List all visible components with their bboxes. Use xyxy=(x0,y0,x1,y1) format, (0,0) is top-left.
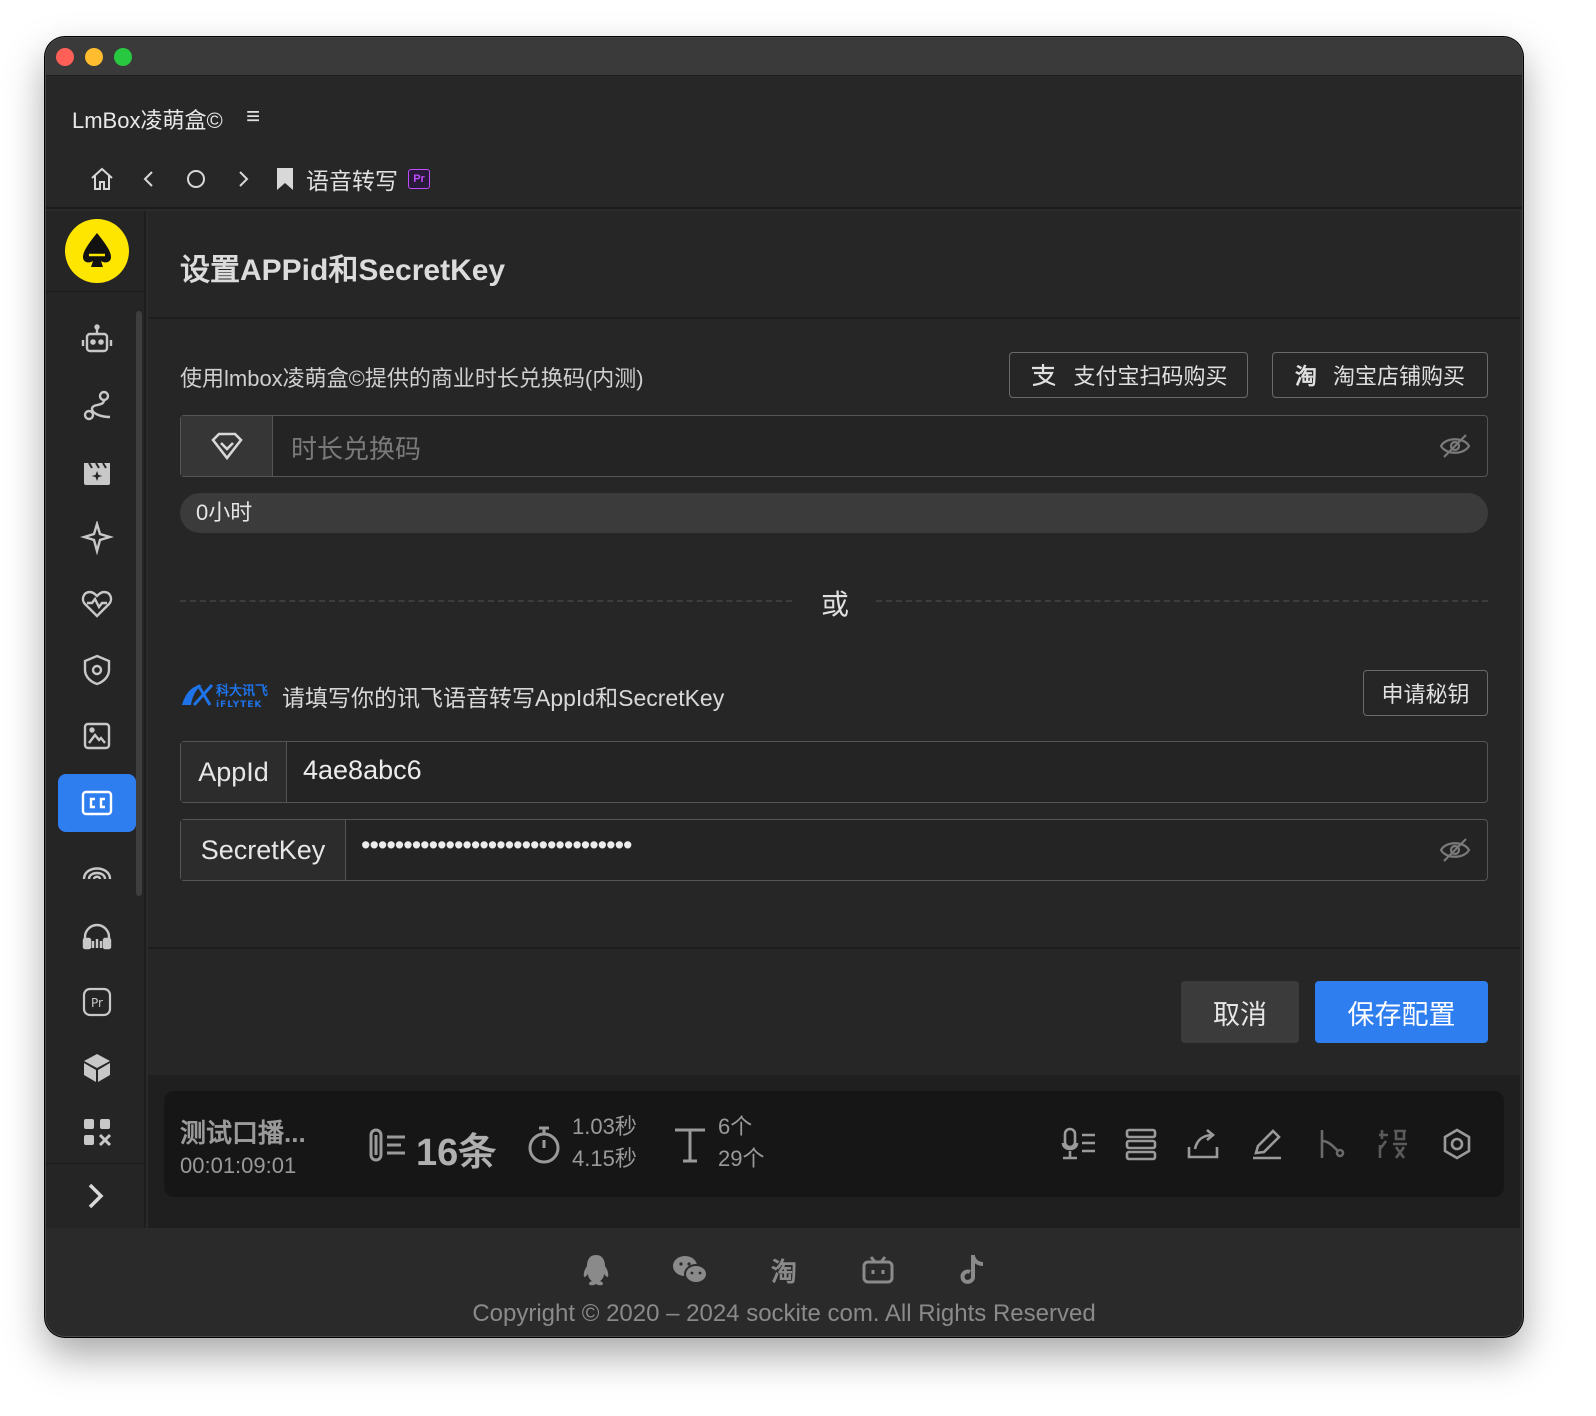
minimize-window-button[interactable] xyxy=(85,48,103,66)
appid-label: AppId xyxy=(181,742,287,802)
cc-icon[interactable] xyxy=(58,774,136,832)
iflytek-brand: 科大讯飞 xyxy=(216,683,268,699)
sparkle-icon[interactable] xyxy=(58,509,136,567)
redeem-code-field[interactable]: 时长兑换码 xyxy=(180,415,1488,477)
taobao-link-icon[interactable]: 淘 xyxy=(764,1250,804,1290)
bookmark-icon xyxy=(270,161,300,197)
breadcrumb: 语音转写 Pr xyxy=(82,161,430,197)
divider-right xyxy=(876,600,1488,602)
redeem-code-input[interactable]: 时长兑换码 xyxy=(291,429,421,466)
project-title: 测试口播... xyxy=(180,1118,306,1148)
apply-key-button[interactable]: 申请秘钥 xyxy=(1363,670,1488,716)
appid-input[interactable]: 4ae8abc6 xyxy=(303,755,422,786)
eye-off-icon[interactable] xyxy=(1439,836,1471,869)
apply-key-label: 申请秘钥 xyxy=(1381,682,1470,707)
route-icon[interactable] xyxy=(58,377,136,435)
duration-min: 1.03秒 xyxy=(572,1114,637,1139)
app-header: LmBox凌萌盒© ≡ 语音转写 Pr xyxy=(46,77,1522,209)
appid-field[interactable]: AppId 4ae8abc6 xyxy=(180,741,1488,803)
duration-max: 4.15秒 xyxy=(572,1146,637,1171)
home-icon[interactable] xyxy=(82,161,122,197)
clapper-icon[interactable] xyxy=(58,443,136,501)
headphones-icon[interactable] xyxy=(58,907,136,965)
chars-max: 29个 xyxy=(718,1146,765,1171)
sidebar: Pr xyxy=(46,211,146,1228)
settings-icon[interactable] xyxy=(1440,1127,1474,1166)
maximize-window-button[interactable] xyxy=(114,48,132,66)
puzzle-icon[interactable] xyxy=(58,1103,136,1161)
app-logo[interactable] xyxy=(65,219,129,283)
segment-count: 16条 xyxy=(416,1132,497,1174)
taobao-buy-button[interactable]: 淘 淘宝店铺购买 xyxy=(1272,352,1488,398)
cancel-button[interactable]: 取消 xyxy=(1181,981,1299,1043)
app-title: LmBox凌萌盒© xyxy=(72,108,223,133)
voice-list-icon[interactable] xyxy=(1061,1127,1097,1166)
taobao-buy-label: 淘宝店铺购买 xyxy=(1333,364,1466,389)
sidebar-divider xyxy=(46,291,146,292)
merge-icon[interactable] xyxy=(1376,1127,1410,1166)
shield-icon[interactable] xyxy=(58,641,136,699)
svg-text:Pr: Pr xyxy=(91,996,103,1010)
heart-pulse-icon[interactable] xyxy=(58,575,136,633)
import-icon[interactable] xyxy=(1186,1127,1220,1166)
app-window: LmBox凌萌盒© ≡ 语音转写 Pr Pr 设置APPid和SecretKey… xyxy=(45,37,1523,1337)
alipay-buy-button[interactable]: 支付宝扫码购买 xyxy=(1009,352,1248,398)
box-icon[interactable] xyxy=(58,1039,136,1097)
pr-badge: Pr xyxy=(408,169,430,189)
sidebar-scrollbar[interactable] xyxy=(136,311,142,896)
copyright-text: Copyright © 2020 – 2024 sockite com. All… xyxy=(472,1300,1096,1327)
secretkey-input[interactable]: •••••••••••••••••••••••••••••••• xyxy=(361,830,632,861)
tiktok-icon[interactable] xyxy=(952,1250,992,1290)
split-icon[interactable] xyxy=(1314,1127,1348,1166)
expand-sidebar-icon[interactable] xyxy=(46,1163,146,1227)
menu-icon[interactable]: ≡ xyxy=(246,103,260,131)
project-timecode: 00:01:09:01 xyxy=(180,1153,297,1178)
panel-header: 设置APPid和SecretKey xyxy=(148,211,1520,319)
settings-panel: 设置APPid和SecretKey 使用lmbox凌萌盒©提供的商业时长兑换码(… xyxy=(148,211,1520,1228)
save-button[interactable]: 保存配置 xyxy=(1315,981,1488,1043)
back-icon[interactable] xyxy=(129,161,169,197)
status-area: 测试口播... 00:01:09:01 16条 1.03秒 4.15秒 6个 2… xyxy=(148,1075,1520,1228)
secretkey-field[interactable]: SecretKey ••••••••••••••••••••••••••••••… xyxy=(180,819,1488,881)
iflytek-sub: iFLYTEK xyxy=(216,700,262,709)
footer: 淘 Copyright © 2020 – 2024 sockite com. A… xyxy=(46,1230,1522,1336)
title-bar xyxy=(46,38,1522,76)
status-bar: 测试口播... 00:01:09:01 16条 1.03秒 4.15秒 6个 2… xyxy=(164,1091,1504,1197)
chars-min: 6个 xyxy=(718,1114,753,1139)
divider-left xyxy=(180,600,792,602)
broadcast-icon[interactable] xyxy=(58,841,136,899)
pr-icon[interactable]: Pr xyxy=(58,973,136,1031)
wechat-icon[interactable] xyxy=(670,1250,710,1290)
footer-divider xyxy=(148,947,1520,949)
iflytek-logo: 科大讯飞 iFLYTEK xyxy=(180,681,274,710)
or-separator: 或 xyxy=(820,589,849,620)
text-icon xyxy=(672,1125,708,1170)
eye-off-icon[interactable] xyxy=(1439,432,1471,465)
bilibili-icon[interactable] xyxy=(858,1250,898,1290)
forward-icon[interactable] xyxy=(223,161,263,197)
refresh-icon[interactable] xyxy=(176,161,216,197)
robot-icon[interactable] xyxy=(58,311,136,369)
hours-remaining: 0小时 xyxy=(180,493,1488,533)
taobao-icon: 淘 xyxy=(1294,364,1317,389)
alipay-icon xyxy=(1029,363,1057,387)
page-title: 设置APPid和SecretKey xyxy=(180,254,506,287)
edit-icon[interactable] xyxy=(1250,1127,1284,1166)
secretkey-label: SecretKey xyxy=(181,820,346,880)
transcript-lines-icon xyxy=(368,1125,408,1170)
stack-icon[interactable] xyxy=(1124,1127,1158,1166)
close-window-button[interactable] xyxy=(56,48,74,66)
image-icon[interactable] xyxy=(58,707,136,765)
redeem-label: 使用lmbox凌萌盒©提供的商业时长兑换码(内测) xyxy=(180,366,644,391)
alipay-buy-label: 支付宝扫码购买 xyxy=(1073,364,1228,389)
qq-icon[interactable] xyxy=(576,1250,616,1290)
stopwatch-icon xyxy=(526,1125,562,1170)
diamond-icon xyxy=(181,416,273,476)
breadcrumb-current: 语音转写 xyxy=(306,168,398,194)
iflytek-label: 请填写你的讯飞语音转写AppId和SecretKey xyxy=(282,685,725,711)
